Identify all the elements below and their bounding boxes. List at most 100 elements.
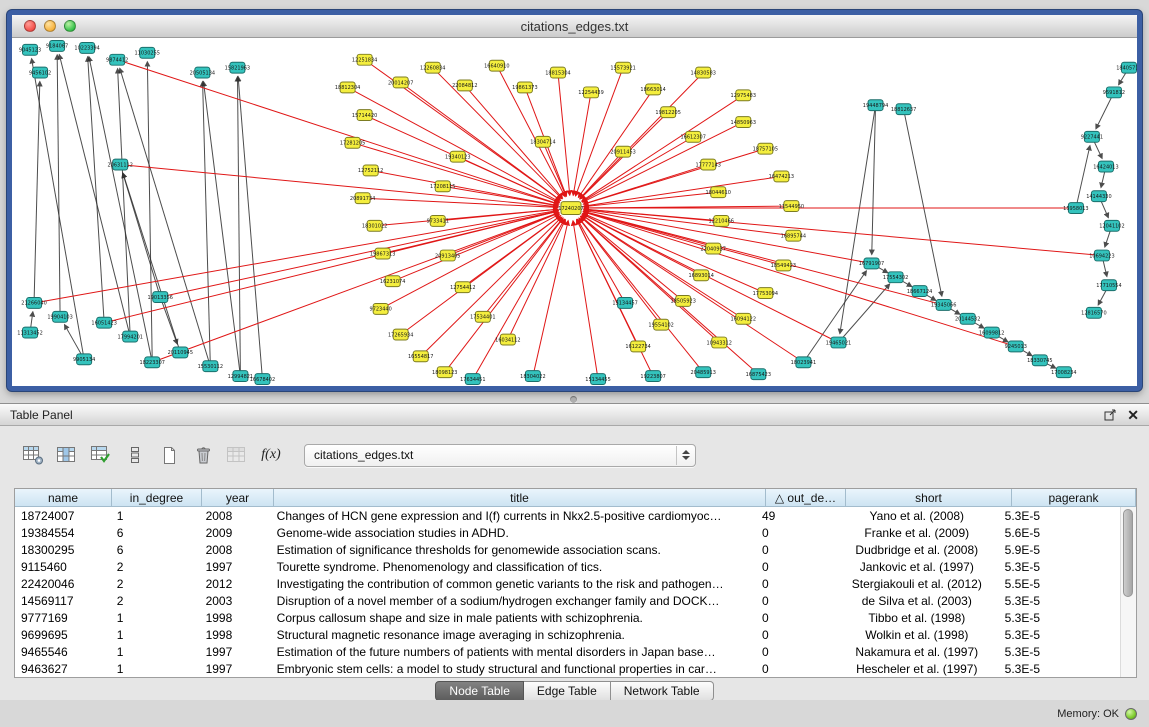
graph-edge[interactable] [573, 92, 591, 195]
graph-edge[interactable] [147, 62, 152, 363]
graph-edge[interactable] [584, 210, 793, 236]
graph-node[interactable]: 15958013 [1063, 203, 1088, 214]
graph-node[interactable]: 18098123 [432, 367, 457, 378]
table-cell[interactable]: 2 [111, 577, 200, 591]
graph-node[interactable]: 19867313 [370, 248, 395, 259]
graph-edge[interactable] [581, 216, 683, 301]
table-cell[interactable]: 9463627 [15, 662, 111, 676]
graph-edge[interactable] [543, 142, 566, 196]
new-table-icon[interactable] [18, 441, 48, 469]
table-cell[interactable]: Investigating the contribution of common… [271, 577, 756, 591]
graph-edge[interactable] [160, 211, 558, 297]
table-cell[interactable]: 0 [756, 543, 835, 557]
graph-node[interactable]: 9733411 [427, 215, 449, 226]
graph-node[interactable]: 19448794 [863, 100, 888, 111]
delete-table-icon[interactable] [188, 441, 218, 469]
table-cell[interactable]: 9777169 [15, 611, 111, 625]
graph-node[interactable]: 18815304 [545, 67, 570, 78]
graph-node[interactable]: 18812304 [335, 82, 360, 93]
table-cell[interactable]: Franke et al. (2009) [835, 526, 999, 540]
table-cell[interactable]: 5.5E-5 [999, 577, 1121, 591]
table-row[interactable]: 969969511998Structural magnetic resonanc… [15, 626, 1121, 643]
graph-edge[interactable] [445, 218, 563, 372]
graph-node[interactable]: 17008234 [1051, 367, 1076, 378]
graph-edge[interactable] [584, 176, 781, 206]
graph-edge[interactable] [88, 57, 104, 323]
table-cell[interactable]: 18724007 [15, 509, 111, 523]
graph-node[interactable]: 20505134 [190, 67, 215, 78]
graph-node[interactable]: 17265934 [388, 329, 413, 340]
network-canvas[interactable]: 1724020712251834188123041571442017281205… [12, 38, 1137, 386]
graph-node[interactable]: 14850963 [731, 117, 756, 128]
graph-edge[interactable] [580, 152, 623, 199]
table-cell[interactable]: 0 [756, 662, 835, 676]
graph-node[interactable]: 18757105 [753, 143, 778, 154]
graph-edge[interactable] [803, 271, 866, 363]
graph-node[interactable]: 9874412 [106, 54, 128, 65]
table-cell[interactable]: Corpus callosum shape and size in male p… [271, 611, 756, 625]
graph-node[interactable]: 18023941 [791, 357, 816, 368]
tab-node-table[interactable]: Node Table [435, 681, 524, 701]
column-header[interactable]: in_degree [112, 489, 202, 507]
table-row[interactable]: 977716911998Corpus callosum shape and si… [15, 609, 1121, 626]
table-row[interactable]: 946554611997Estimation of the future num… [15, 643, 1121, 660]
graph-node[interactable]: 18301022 [362, 220, 387, 231]
graph-edge[interactable] [558, 73, 570, 196]
table-selector-dropdown[interactable]: citations_edges.txt [304, 444, 696, 467]
graph-node[interactable]: 11030255 [135, 47, 160, 58]
graph-edge[interactable] [581, 217, 759, 375]
graph-node[interactable]: 18667124 [907, 286, 932, 297]
graph-node[interactable]: 9905134 [73, 354, 95, 365]
table-cell[interactable]: Disruption of a novel member of a sodium… [271, 594, 756, 608]
table-cell[interactable]: 2 [111, 594, 200, 608]
graph-edge[interactable] [120, 165, 558, 207]
close-panel-icon[interactable]: ✕ [1127, 408, 1139, 422]
table-cell[interactable]: 9465546 [15, 645, 111, 659]
column-header[interactable]: name [15, 489, 112, 507]
table-cell[interactable]: 1997 [200, 560, 271, 574]
float-panel-icon[interactable] [1104, 408, 1117, 421]
graph-node[interactable]: 19812205 [655, 107, 680, 118]
graph-node[interactable]: 18663014 [640, 84, 665, 95]
table-row[interactable]: 946362711997Embryonic stem cells: a mode… [15, 660, 1121, 677]
graph-edge[interactable] [573, 221, 598, 379]
graph-node[interactable]: 18549423 [771, 260, 796, 271]
graph-node[interactable]: 15821963 [225, 62, 250, 73]
graph-node[interactable]: 16554817 [408, 351, 433, 362]
table-cell[interactable]: 0 [756, 645, 835, 659]
table-cell[interactable]: Tourette syndrome. Phenomenology and cla… [271, 560, 756, 574]
table-cell[interactable]: Estimation of significance thresholds fo… [271, 543, 756, 557]
graph-edge[interactable] [123, 173, 160, 297]
graph-node[interactable]: 15134455 [585, 374, 610, 385]
graph-node[interactable]: 16791907 [859, 258, 884, 269]
graph-node[interactable]: 15573921 [610, 62, 635, 73]
graph-node[interactable]: 16034112 [495, 334, 520, 345]
table-row[interactable]: 1938455462009Genome-wide association stu… [15, 524, 1121, 541]
panel-splitter-handle[interactable] [570, 396, 577, 403]
graph-node[interactable]: 16122734 [625, 341, 650, 352]
graph-node[interactable]: 17534401 [470, 311, 495, 322]
table-cell[interactable]: 2009 [200, 526, 271, 540]
table-cell[interactable]: Genome-wide association studies in ADHD. [271, 526, 756, 540]
table-row[interactable]: 1872400712008Changes of HCN gene express… [15, 507, 1121, 524]
graph-node[interactable]: 17281205 [340, 137, 365, 148]
graph-node[interactable]: 21266040 [21, 298, 46, 309]
graph-node[interactable]: 19904103 [47, 311, 72, 322]
new-document-icon[interactable] [154, 441, 184, 469]
graph-hub-node[interactable]: 17240207 [558, 202, 583, 215]
function-builder-icon[interactable]: f(x) [256, 441, 286, 469]
table-cell[interactable]: 1 [111, 628, 200, 642]
graph-node[interactable]: 16051423 [91, 317, 116, 328]
graph-edge[interactable] [238, 77, 262, 380]
column-header[interactable]: title [274, 489, 766, 507]
graph-node[interactable]: 17710554 [1096, 280, 1121, 291]
table-row[interactable]: 1456911722003Disruption of a novel membe… [15, 592, 1121, 609]
table-cell[interactable]: 0 [756, 611, 835, 625]
table-cell[interactable]: Nakamura et al. (1997) [835, 645, 999, 659]
graph-edge[interactable] [583, 149, 765, 205]
graph-node[interactable]: 17554302 [883, 272, 908, 283]
column-header[interactable]: year [202, 489, 274, 507]
graph-node[interactable]: 9045123 [19, 44, 41, 55]
graph-node[interactable]: 16094122 [731, 313, 756, 324]
graph-node[interactable]: 16640910 [484, 60, 509, 71]
